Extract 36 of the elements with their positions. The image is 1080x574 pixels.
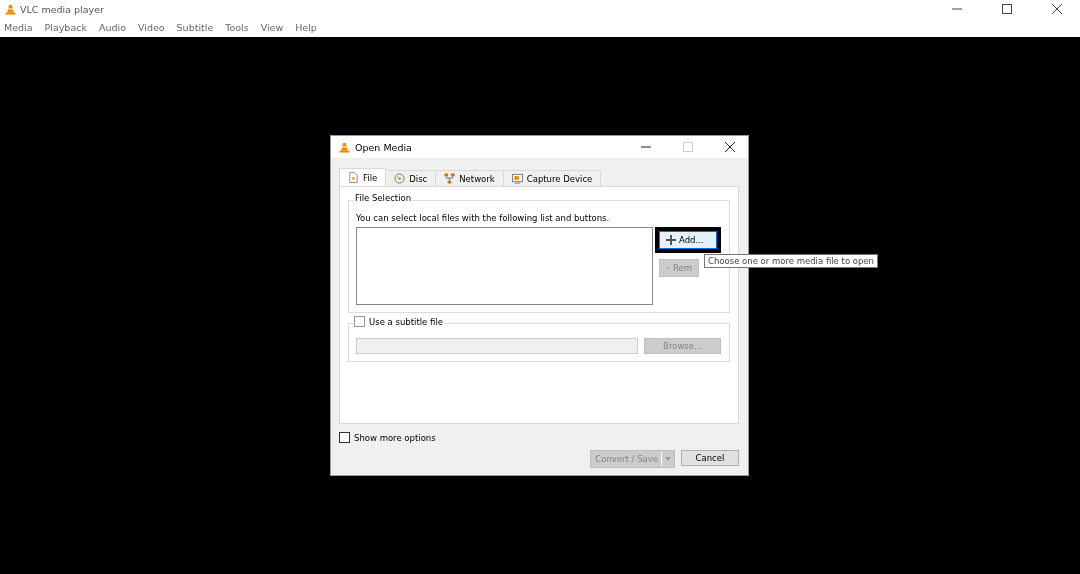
- menu-item[interactable]: Help: [295, 22, 317, 33]
- checkbox-label: Use a subtitle file: [369, 316, 443, 327]
- checkbox[interactable]: [339, 432, 350, 443]
- group-title: File Selection: [354, 193, 413, 203]
- maximize-icon[interactable]: [1002, 4, 1012, 14]
- caret-icon: [665, 457, 671, 461]
- menu-item[interactable]: Audio: [98, 22, 126, 33]
- menu-item[interactable]: Subtitle: [176, 22, 214, 33]
- checkbox-label: Show more options: [354, 432, 436, 443]
- cone-icon: [5, 3, 16, 15]
- dialog-title: Open Media: [355, 141, 412, 153]
- menu-item[interactable]: Video: [137, 22, 165, 33]
- file-list[interactable]: [356, 227, 653, 305]
- close-icon[interactable]: [1052, 4, 1062, 14]
- cone-icon: [339, 141, 350, 153]
- description-text: You can select local files with the following list and buttons.: [356, 213, 611, 223]
- menu-item[interactable]: Playback: [44, 22, 87, 33]
- tab[interactable]: Capture Device: [502, 170, 602, 186]
- close-icon[interactable]: [724, 142, 735, 152]
- plus-icon: [666, 235, 676, 245]
- menu-item[interactable]: View: [260, 22, 284, 33]
- tab[interactable]: Network: [435, 170, 504, 186]
- network-icon: [444, 173, 456, 184]
- tooltip: Choose one or more media file to open: [704, 254, 878, 268]
- tab[interactable]: File: [339, 168, 387, 186]
- checkbox[interactable]: [354, 316, 365, 327]
- add-button[interactable]: Add...: [659, 231, 717, 249]
- menu-item[interactable]: Tools: [225, 22, 249, 33]
- menu-item[interactable]: Media: [4, 22, 33, 33]
- window-title: VLC media player: [20, 3, 104, 15]
- disc-icon: [394, 173, 406, 184]
- cancel-button[interactable]: Cancel: [681, 450, 739, 466]
- file-icon: [348, 172, 359, 183]
- capture-icon: [511, 173, 523, 184]
- tab[interactable]: Disc: [385, 170, 437, 186]
- maximize-icon: [682, 142, 693, 152]
